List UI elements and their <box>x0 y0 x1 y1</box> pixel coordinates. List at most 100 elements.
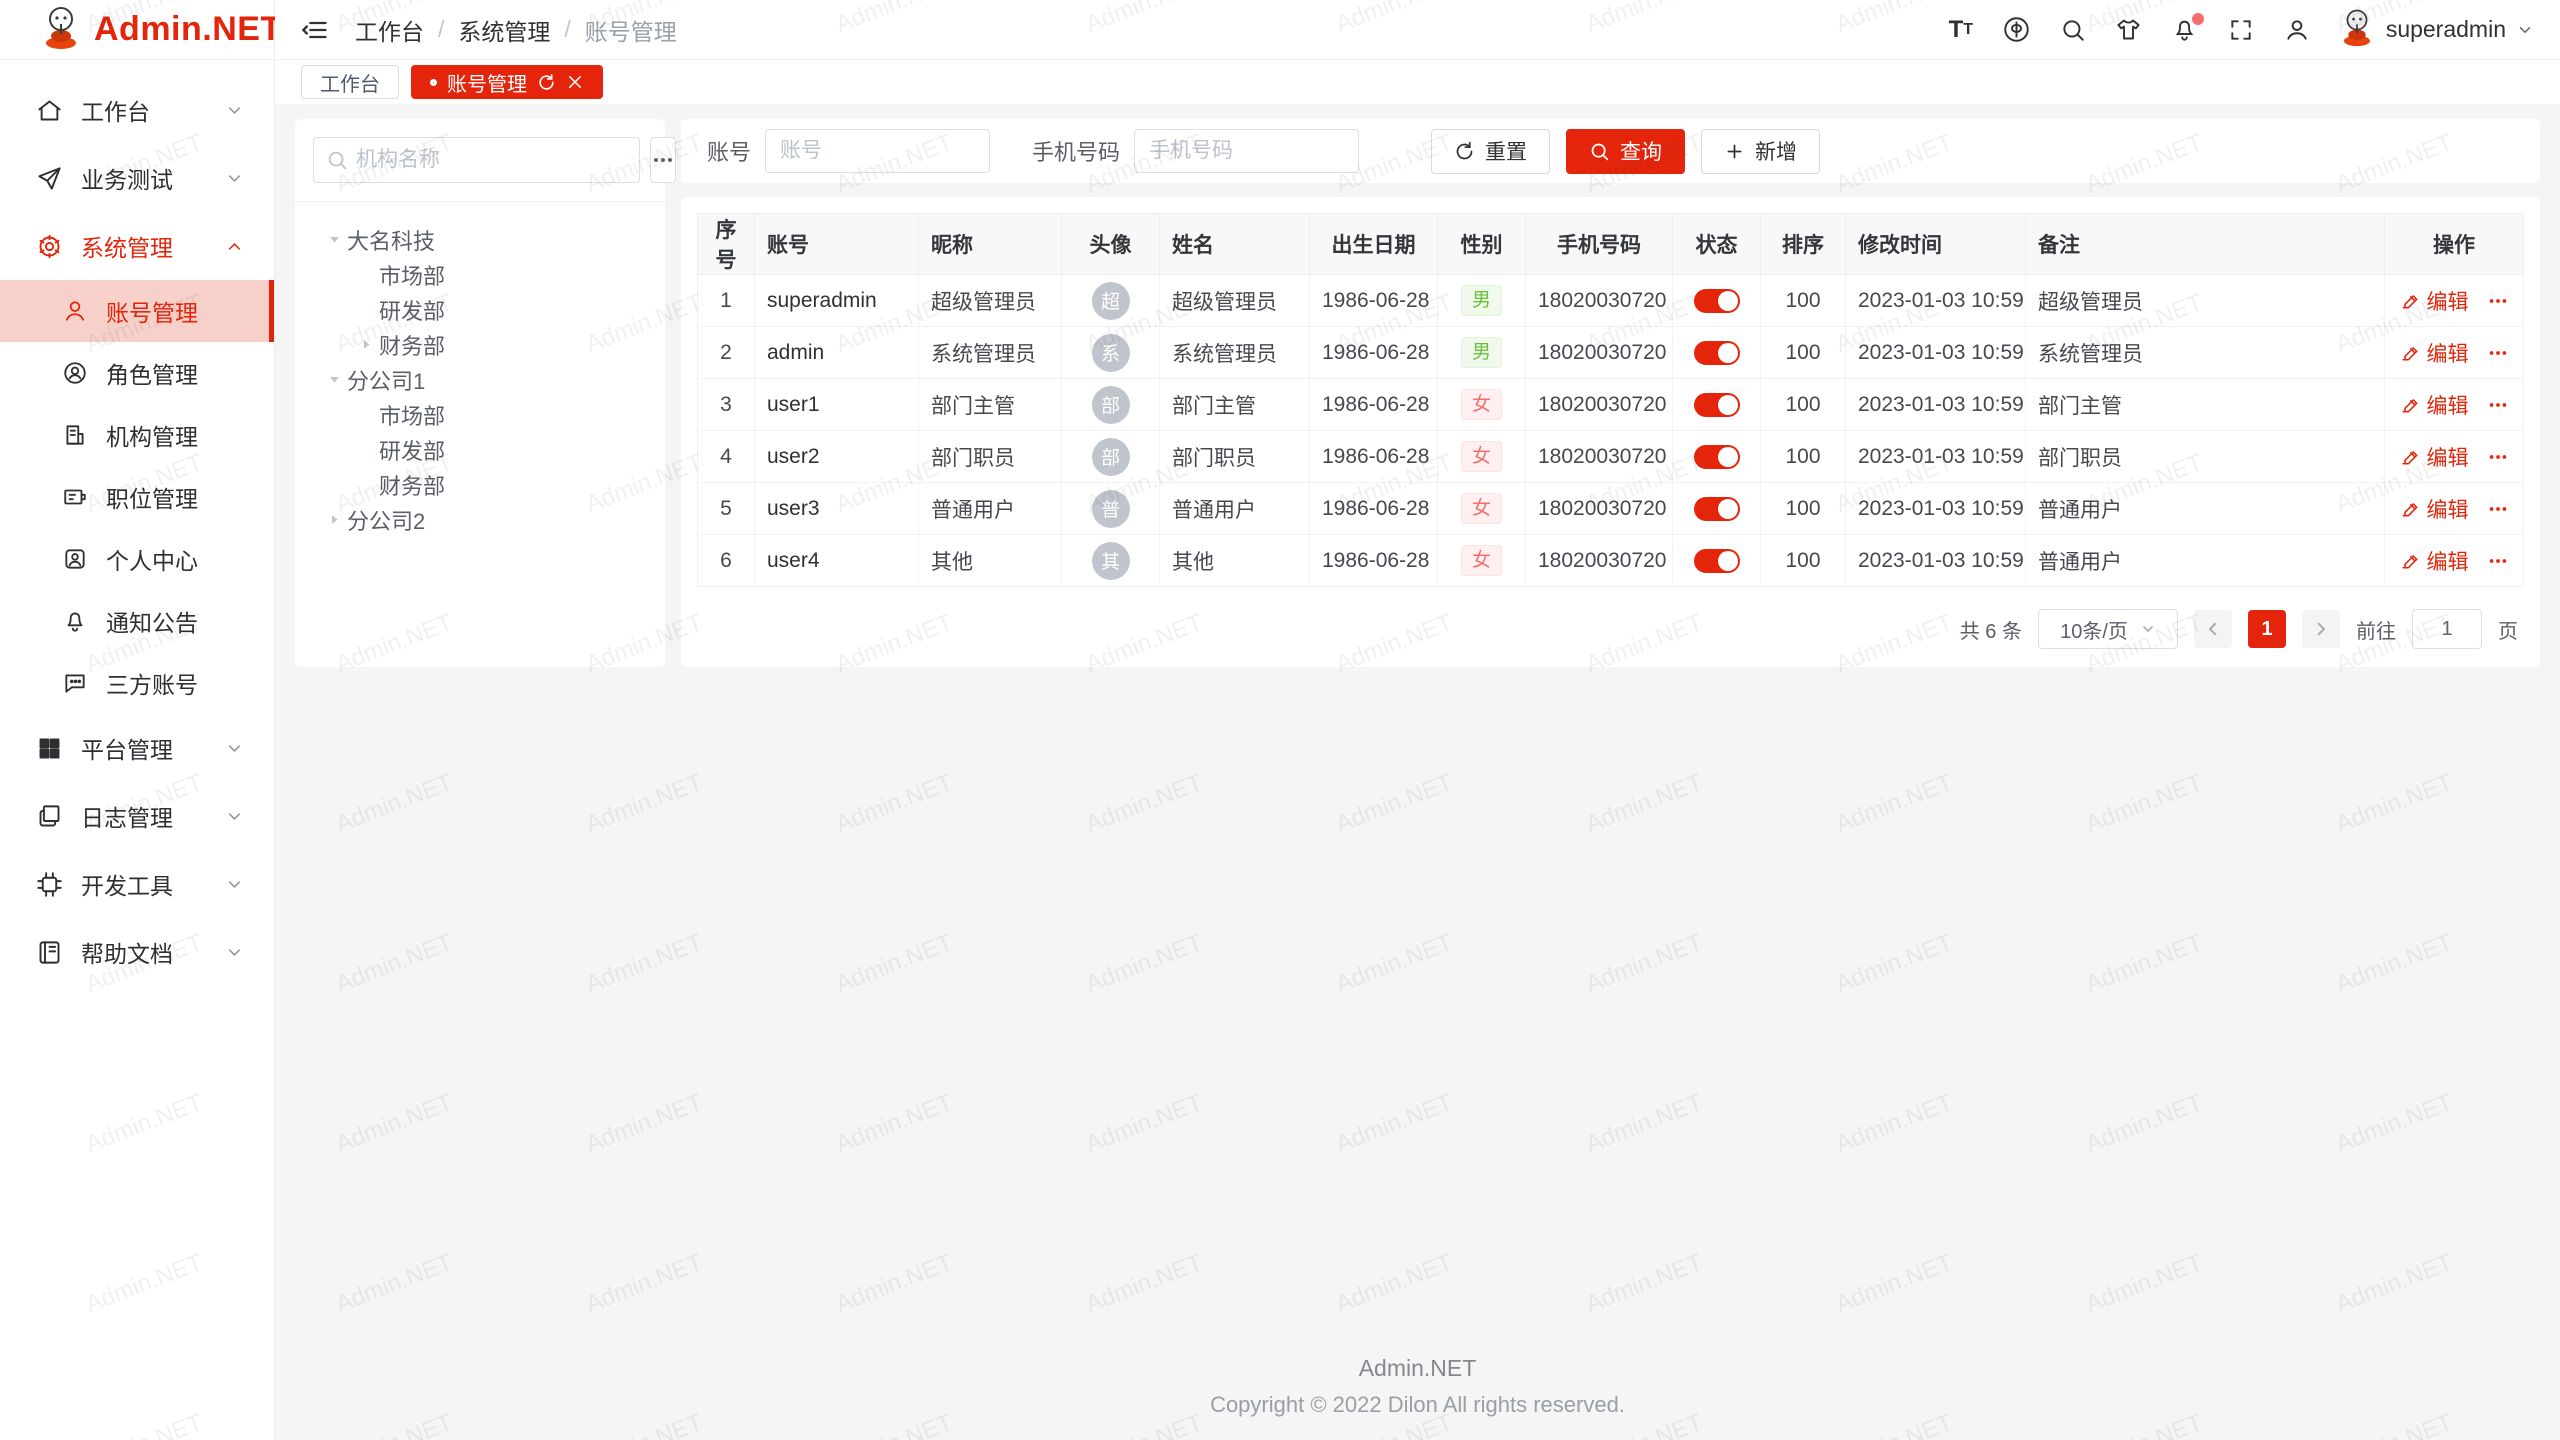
edit-button[interactable]: 编辑 <box>2400 442 2469 472</box>
goto-page-input[interactable] <box>2412 609 2482 649</box>
cell-remark: 超级管理员 <box>2026 275 2385 327</box>
sidebar-item-0[interactable]: 工作台 <box>0 76 274 144</box>
tree-node-8[interactable]: 分公司2 <box>295 502 665 537</box>
more-actions-button[interactable] <box>2487 550 2509 572</box>
cell-birthdate: 1986-06-28 <box>1310 535 1438 587</box>
add-button[interactable]: 新增 <box>1701 129 1820 174</box>
user-menu[interactable]: superadmin <box>2338 7 2534 52</box>
tree-node-3[interactable]: 财务部 <box>295 327 665 362</box>
tree-node-7[interactable]: 财务部 <box>295 467 665 502</box>
active-tab-dot-icon <box>430 79 437 86</box>
next-page-button[interactable] <box>2302 610 2340 648</box>
tree-node-4[interactable]: 分公司1 <box>295 362 665 397</box>
chevron-left-icon <box>2204 620 2222 638</box>
sidebar-item-6[interactable]: 帮助文档 <box>0 918 274 986</box>
org-search-input[interactable] <box>356 148 627 172</box>
sidebar-subitem-2-4[interactable]: 个人中心 <box>0 528 274 590</box>
status-toggle[interactable] <box>1694 393 1740 417</box>
status-toggle[interactable] <box>1694 549 1740 573</box>
phone-input[interactable] <box>1134 129 1359 173</box>
avatar: 系 <box>1092 334 1130 372</box>
tab-1[interactable]: 账号管理 <box>411 65 603 99</box>
profile-person-icon[interactable] <box>2282 15 2312 45</box>
theme-tshirt-icon[interactable] <box>2114 15 2144 45</box>
avatar: 部 <box>1092 438 1130 476</box>
gender-tag: 女 <box>1461 441 1502 472</box>
breadcrumb-item-workbench[interactable]: 工作台 <box>355 13 424 47</box>
tab-refresh-icon[interactable] <box>537 73 556 92</box>
language-icon[interactable] <box>2002 15 2032 45</box>
tab-close-icon[interactable] <box>566 73 584 91</box>
cell-actions: 编辑 <box>2385 327 2524 379</box>
edit-button[interactable]: 编辑 <box>2400 338 2469 368</box>
font-size-icon[interactable]: TT <box>1946 15 1976 45</box>
caret-right-icon[interactable] <box>321 512 347 527</box>
sidebar-item-5[interactable]: 开发工具 <box>0 850 274 918</box>
status-toggle[interactable] <box>1694 341 1740 365</box>
prev-page-button[interactable] <box>2194 610 2232 648</box>
edit-button[interactable]: 编辑 <box>2400 546 2469 576</box>
tree-node-6[interactable]: 研发部 <box>295 432 665 467</box>
fullscreen-icon[interactable] <box>2226 15 2256 45</box>
cell-gender: 女 <box>1438 535 1526 587</box>
caret-down-icon[interactable] <box>321 232 347 247</box>
sidebar-subitem-2-0[interactable]: 账号管理 <box>0 280 274 342</box>
sidebar-subitem-2-5[interactable]: 通知公告 <box>0 590 274 652</box>
org-more-button[interactable] <box>650 137 676 183</box>
sidebar-subitem-2-3[interactable]: 职位管理 <box>0 466 274 528</box>
breadcrumb-item-system[interactable]: 系统管理 <box>458 13 550 47</box>
edit-button[interactable]: 编辑 <box>2400 390 2469 420</box>
sidebar-item-1[interactable]: 业务测试 <box>0 144 274 212</box>
sidebar-item-4[interactable]: 日志管理 <box>0 782 274 850</box>
column-header-4: 姓名 <box>1160 214 1310 275</box>
cell-modified-time: 2023-01-03 10:59:44 <box>1846 535 2026 587</box>
reset-button[interactable]: 重置 <box>1431 129 1550 174</box>
caret-down-icon[interactable] <box>321 372 347 387</box>
status-toggle[interactable] <box>1694 445 1740 469</box>
sidebar-subitem-2-6[interactable]: 三方账号 <box>0 652 274 714</box>
more-actions-button[interactable] <box>2487 290 2509 312</box>
sidebar-item-2[interactable]: 系统管理 <box>0 212 274 280</box>
edit-button[interactable]: 编辑 <box>2400 494 2469 524</box>
filter-bar: 账号 手机号码 重置 <box>681 119 2540 183</box>
cell-avatar: 部 <box>1062 379 1160 431</box>
more-actions-button[interactable] <box>2487 342 2509 364</box>
page-1-button[interactable]: 1 <box>2248 610 2286 648</box>
tree-node-5[interactable]: 市场部 <box>295 397 665 432</box>
status-toggle[interactable] <box>1694 289 1740 313</box>
account-input[interactable] <box>765 129 990 173</box>
tree-node-1[interactable]: 市场部 <box>295 257 665 292</box>
page-size-select[interactable]: 10条/页 <box>2038 609 2178 649</box>
status-toggle[interactable] <box>1694 497 1740 521</box>
accounts-table: 序号账号昵称头像姓名出生日期性别手机号码状态排序修改时间备注操作 1supera… <box>697 213 2524 587</box>
cell-name: 系统管理员 <box>1160 327 1310 379</box>
tree-node-2[interactable]: 研发部 <box>295 292 665 327</box>
tab-0[interactable]: 工作台 <box>301 65 399 99</box>
app-root: Admin.NET 工作台业务测试系统管理账号管理角色管理机构管理职位管理个人中… <box>0 0 2560 1440</box>
sidebar-item-3[interactable]: 平台管理 <box>0 714 274 782</box>
caret-right-icon[interactable] <box>353 337 379 352</box>
edit-icon <box>2400 343 2420 363</box>
edit-button[interactable]: 编辑 <box>2400 286 2469 316</box>
cell-nickname: 普通用户 <box>919 483 1062 535</box>
notification-bell-icon[interactable] <box>2170 15 2200 45</box>
more-actions-button[interactable] <box>2487 446 2509 468</box>
user-icon <box>62 298 88 324</box>
sidebar-subitem-2-1[interactable]: 角色管理 <box>0 342 274 404</box>
tree-node-0[interactable]: 大名科技 <box>295 222 665 257</box>
cell-avatar: 系 <box>1062 327 1160 379</box>
cell-remark: 普通用户 <box>2026 483 2385 535</box>
home-icon <box>36 97 63 124</box>
search-icon[interactable] <box>2058 15 2088 45</box>
cell-actions: 编辑 <box>2385 483 2524 535</box>
search-button[interactable]: 查询 <box>1566 129 1685 174</box>
cell-sort: 100 <box>1761 483 1846 535</box>
more-actions-button[interactable] <box>2487 498 2509 520</box>
sidebar-subitem-label: 机构管理 <box>106 418 198 452</box>
gender-tag: 女 <box>1461 389 1502 420</box>
cell-nickname: 系统管理员 <box>919 327 1062 379</box>
more-actions-button[interactable] <box>2487 394 2509 416</box>
sidebar-subitem-2-2[interactable]: 机构管理 <box>0 404 274 466</box>
menu-fold-icon[interactable] <box>301 16 329 44</box>
breadcrumb: 工作台 / 系统管理 / 账号管理 <box>355 13 677 47</box>
